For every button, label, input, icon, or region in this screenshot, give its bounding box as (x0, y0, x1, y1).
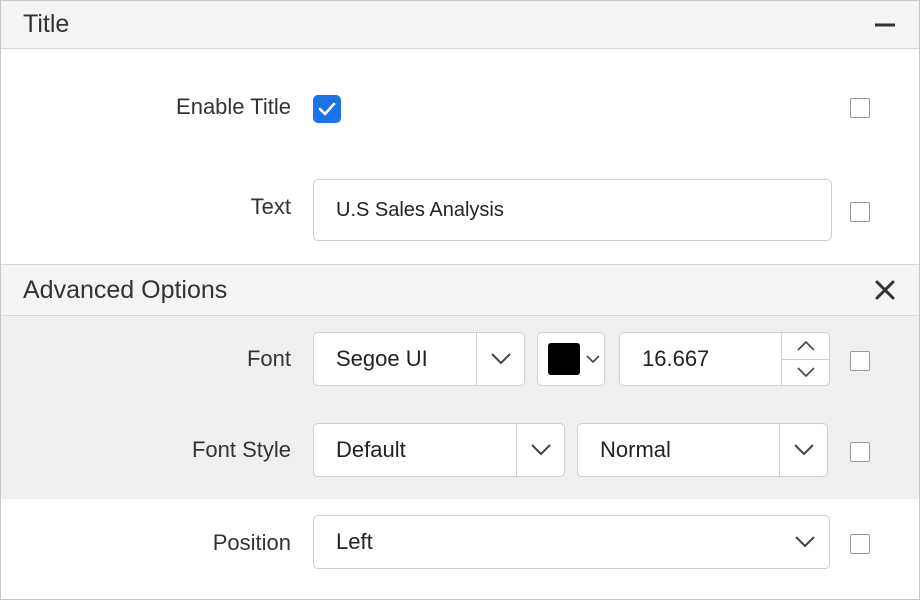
chevron-down-icon[interactable] (779, 424, 827, 476)
section-title: Advanced Options (23, 275, 228, 304)
font-style-side-checkbox[interactable] (850, 442, 870, 462)
font-color-picker[interactable] (537, 332, 605, 386)
chevron-down-icon (586, 354, 600, 364)
font-family-dropdown[interactable]: Segoe UI (313, 332, 525, 386)
chevron-down-icon[interactable] (476, 333, 524, 385)
checkmark-icon (318, 102, 336, 116)
font-size-stepper[interactable]: 16.667 (619, 332, 830, 386)
font-label: Font (246, 346, 291, 371)
chevron-down-icon[interactable] (781, 536, 829, 548)
minus-icon[interactable] (871, 11, 899, 39)
properties-panel: Title Enable Title Text U.S Sales Analys… (0, 0, 920, 600)
enable-title-label: Enable Title (176, 94, 291, 119)
font-family-value: Segoe UI (336, 346, 428, 371)
color-swatch (548, 343, 580, 375)
title-text-value: U.S Sales Analysis (336, 198, 504, 221)
close-icon[interactable] (871, 276, 899, 304)
position-value: Left (336, 529, 373, 554)
chevron-down-icon[interactable] (782, 360, 829, 386)
font-style-dropdown[interactable]: Default (313, 423, 565, 477)
title-text-input[interactable]: U.S Sales Analysis (313, 179, 832, 241)
stepper-buttons (781, 333, 829, 385)
position-dropdown[interactable]: Left (313, 515, 830, 569)
section-title: Title (23, 10, 70, 38)
enable-title-checkbox[interactable] (313, 95, 341, 123)
title-section-header[interactable]: Title (1, 1, 919, 49)
chevron-down-icon[interactable] (516, 424, 564, 476)
text-side-checkbox[interactable] (850, 202, 870, 222)
font-style-value: Default (336, 437, 406, 462)
font-side-checkbox[interactable] (850, 351, 870, 371)
chevron-up-icon[interactable] (782, 333, 829, 360)
font-size-value: 16.667 (642, 346, 710, 371)
font-weight-dropdown[interactable]: Normal (577, 423, 828, 477)
advanced-options-header[interactable]: Advanced Options (1, 264, 919, 316)
font-style-label: Font Style (191, 437, 291, 462)
enable-title-side-checkbox[interactable] (850, 98, 870, 118)
position-side-checkbox[interactable] (850, 534, 870, 554)
position-label: Position (212, 530, 291, 555)
text-label: Text (250, 194, 291, 219)
font-weight-value: Normal (600, 437, 671, 462)
